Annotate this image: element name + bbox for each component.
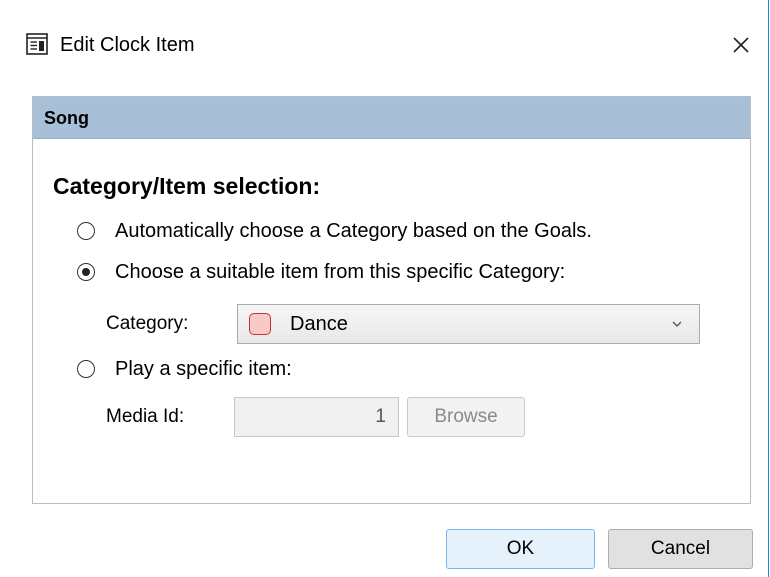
song-panel: Song Category/Item selection: Automatica… bbox=[32, 96, 751, 504]
radio-button[interactable] bbox=[77, 360, 95, 378]
radio-label: Choose a suitable item from this specifi… bbox=[115, 261, 566, 283]
category-label: Category: bbox=[106, 313, 189, 334]
window-title: Edit Clock Item bbox=[60, 34, 195, 56]
media-id-input[interactable] bbox=[234, 397, 399, 437]
chevron-down-icon bbox=[672, 321, 682, 327]
radio-button[interactable] bbox=[77, 263, 95, 281]
panel-header: Song bbox=[33, 97, 750, 139]
close-icon[interactable] bbox=[726, 30, 756, 60]
radio-selected-dot bbox=[82, 268, 90, 276]
cancel-button[interactable]: Cancel bbox=[608, 529, 753, 569]
panel-title: Song bbox=[44, 108, 89, 128]
radio-label: Automatically choose a Category based on… bbox=[115, 220, 592, 242]
media-id-label: Media Id: bbox=[106, 406, 185, 427]
clock-item-icon bbox=[26, 33, 48, 55]
browse-button[interactable]: Browse bbox=[407, 397, 525, 437]
title-bar: Edit Clock Item bbox=[0, 0, 769, 90]
category-dropdown[interactable]: Dance bbox=[237, 304, 700, 344]
radio-label: Play a specific item: bbox=[115, 358, 292, 380]
radio-button[interactable] bbox=[77, 222, 95, 240]
section-title: Category/Item selection: bbox=[53, 173, 321, 199]
category-color-swatch bbox=[249, 313, 271, 335]
edit-clock-item-dialog: Edit Clock Item Song Category/Item selec… bbox=[0, 0, 769, 577]
category-value: Dance bbox=[290, 313, 348, 335]
ok-button[interactable]: OK bbox=[446, 529, 595, 569]
